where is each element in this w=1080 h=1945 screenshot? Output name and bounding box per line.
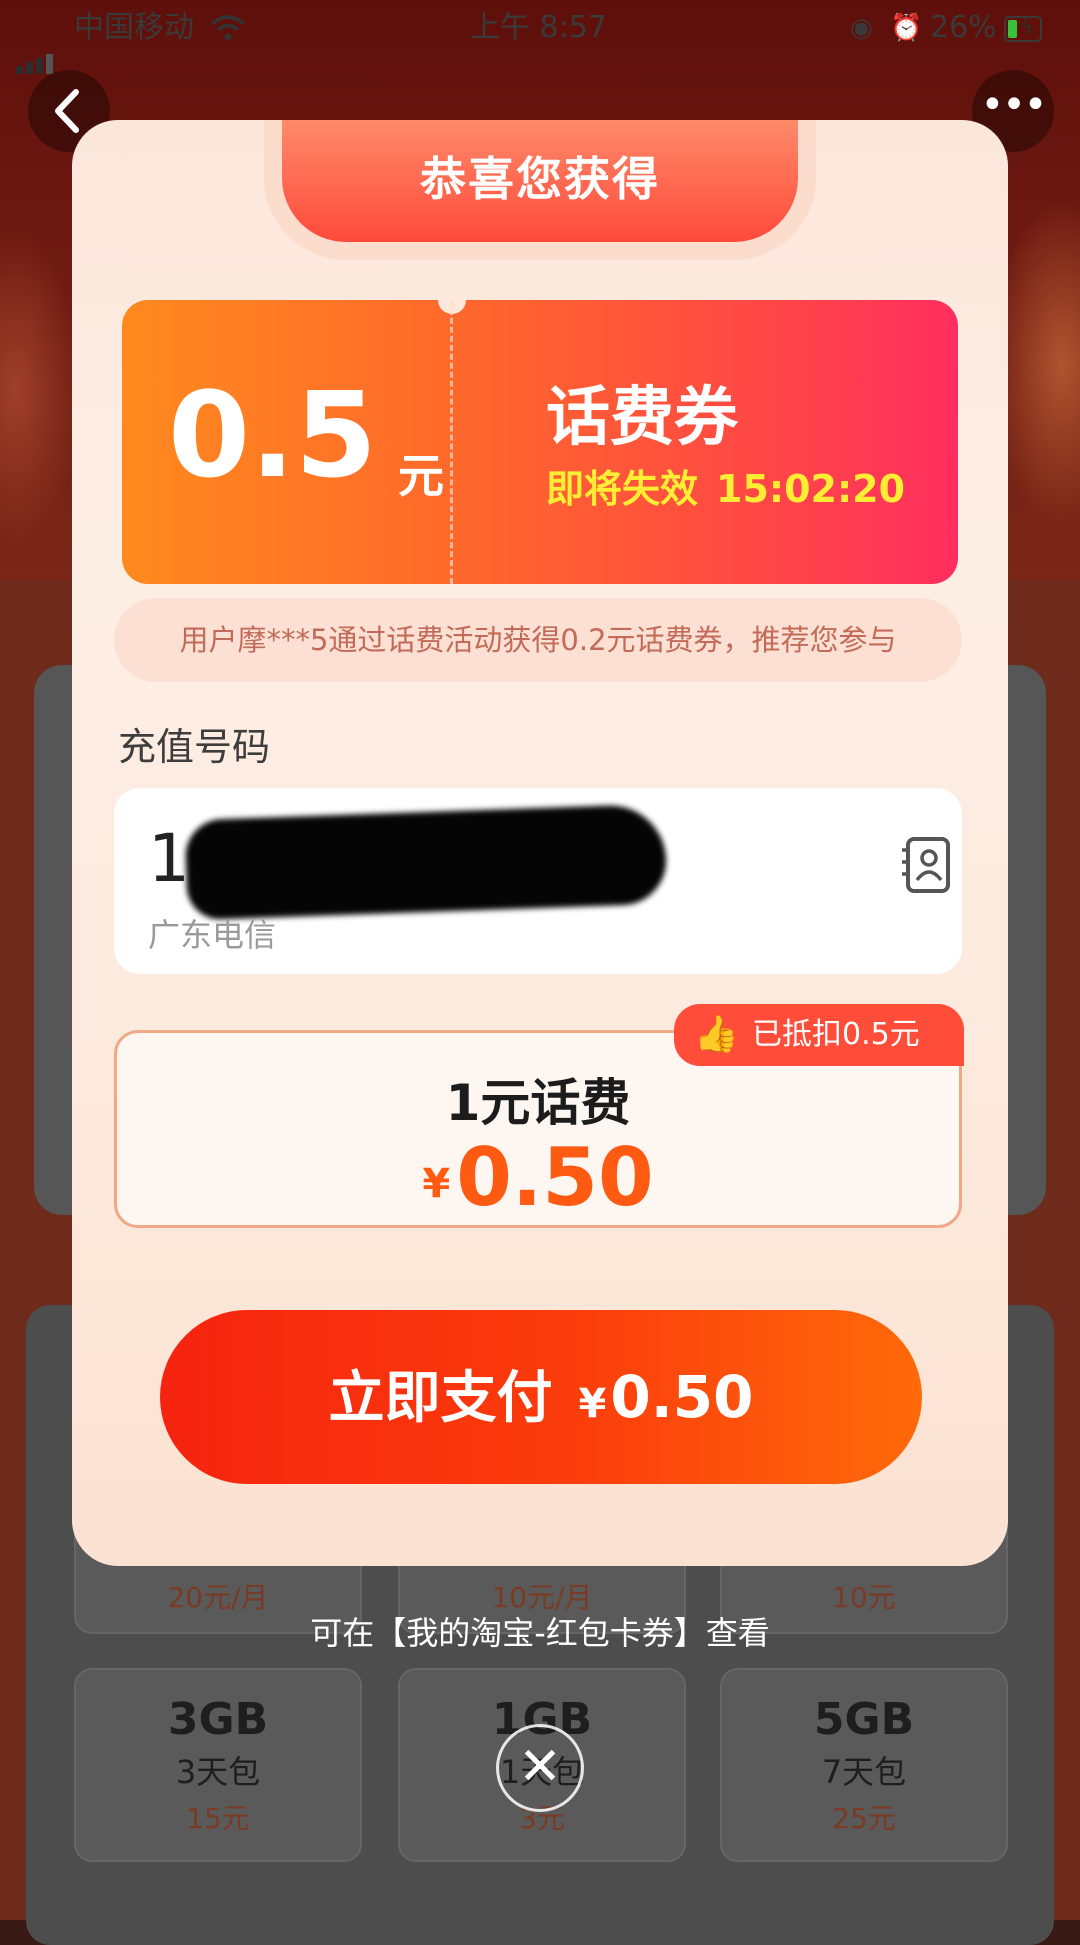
status-bar: 中国移动 上午 8:57 ◉ ⏰ 26% ϟ: [0, 0, 1080, 74]
pay-now-button[interactable]: 立即支付 ¥0.50: [160, 1310, 922, 1484]
battery-icon: ϟ: [1004, 15, 1042, 42]
background-decoration-left: [0, 230, 80, 550]
product-title: 1元话费: [445, 1074, 631, 1132]
coupon-amount: 0.5: [168, 366, 378, 504]
promo-message: 用户摩***5通过话费活动获得0.2元话费券，推荐您参与: [114, 598, 962, 682]
package-size: 3GB: [167, 1694, 269, 1745]
more-dots-icon: •••: [980, 82, 1048, 128]
battery-percent: 26%: [930, 10, 997, 45]
recharge-number-label: 充值号码: [118, 725, 271, 769]
package-price: 15元: [186, 1802, 250, 1835]
package-card: 3GB 3天包 15元: [74, 1668, 362, 1862]
deduction-text: 已抵扣0.5元: [752, 1017, 920, 1052]
coupon-card: 0.5 元 话费券 即将失效 15:02:20: [122, 300, 958, 584]
deduction-badge: 👍 已抵扣0.5元: [674, 1004, 964, 1066]
product-price: ¥0.50: [117, 1131, 959, 1224]
redaction-mark: [184, 803, 668, 921]
carrier-name: 中国移动: [74, 10, 194, 45]
phone-carrier: 广东电信: [148, 916, 277, 954]
close-icon: ✕: [518, 1737, 562, 1797]
location-icon: ◉: [850, 13, 873, 43]
wifi-icon: [210, 0, 246, 56]
modal-title: 恭喜您获得: [420, 152, 660, 206]
package-size: 5GB: [813, 1694, 915, 1745]
coupon-location-hint: 可在【我的淘宝-红包卡券】查看: [310, 1614, 770, 1652]
pay-currency-symbol: ¥: [578, 1381, 607, 1427]
coupon-name: 话费券: [546, 381, 738, 455]
coupon-countdown: 15:02:20: [716, 467, 906, 511]
package-card: 5GB 7天包 25元: [720, 1668, 1008, 1862]
alarm-icon: ⏰: [890, 13, 923, 43]
phone-number-field[interactable]: 1 584 广东电信: [114, 788, 962, 974]
signal-icon: [16, 18, 56, 74]
coupon-divider: [450, 300, 453, 584]
pay-button-label: 立即支付: [328, 1366, 553, 1431]
pay-amount: 0.50: [610, 1363, 754, 1431]
reward-modal: 恭喜您获得 0.5 元 话费券 即将失效 15:02:20 用户摩***5通过话费…: [72, 120, 1008, 1566]
coupon-unit: 元: [398, 449, 444, 503]
thumbs-up-icon: 👍: [694, 1014, 739, 1055]
package-price: 25元: [832, 1802, 896, 1835]
coupon-expiry: 即将失效 15:02:20: [546, 458, 905, 513]
status-time: 上午 8:57: [470, 10, 607, 45]
package-duration: 3天包: [175, 1753, 261, 1791]
close-button[interactable]: ✕: [496, 1724, 584, 1812]
currency-symbol: ¥: [422, 1161, 451, 1207]
coupon-expiry-label: 即将失效: [546, 467, 699, 511]
package-duration: 7天包: [821, 1753, 907, 1791]
contacts-book-icon[interactable]: [900, 836, 952, 894]
price-value: 0.50: [456, 1131, 654, 1224]
